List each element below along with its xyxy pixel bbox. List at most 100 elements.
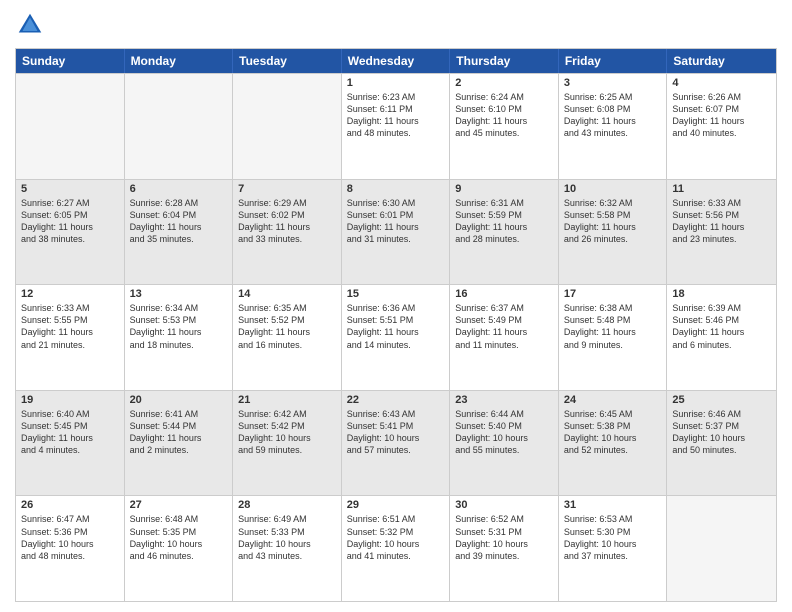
day-cell-5: 5 Sunrise: 6:27 AM Sunset: 6:05 PM Daylig… xyxy=(16,180,125,285)
day-number: 28 xyxy=(238,499,336,511)
day-cell-28: 28 Sunrise: 6:49 AM Sunset: 5:33 PM Dayli… xyxy=(233,496,342,601)
day-info: Sunrise: 6:52 AM Sunset: 5:31 PM Dayligh… xyxy=(455,513,553,562)
day-number: 5 xyxy=(21,183,119,195)
day-cell-22: 22Sunrise: 6:43 AM Sunset: 5:41 PM Dayli… xyxy=(342,391,451,496)
day-info: Sunrise: 6:47 AM Sunset: 5:36 PM Dayligh… xyxy=(21,513,119,562)
empty-cell-0-2 xyxy=(233,74,342,179)
header-day-tuesday: Tuesday xyxy=(233,49,342,73)
day-cell-3: 3 Sunrise: 6:25 AM Sunset: 6:08 PM Daylig… xyxy=(559,74,668,179)
page: SundayMondayTuesdayWednesdayThursdayFrid… xyxy=(0,0,792,612)
day-number: 2 xyxy=(455,77,553,89)
header xyxy=(15,10,777,40)
day-cell-2: 2 Sunrise: 6:24 AM Sunset: 6:10 PM Daylig… xyxy=(450,74,559,179)
day-number: 15 xyxy=(347,288,445,300)
day-cell-13: 13Sunrise: 6:34 AM Sunset: 5:53 PM Dayli… xyxy=(125,285,234,390)
empty-cell-0-1 xyxy=(125,74,234,179)
day-cell-7: 7 Sunrise: 6:29 AM Sunset: 6:02 PM Daylig… xyxy=(233,180,342,285)
day-info: Sunrise: 6:48 AM Sunset: 5:35 PM Dayligh… xyxy=(130,513,228,562)
day-info: Sunrise: 6:35 AM Sunset: 5:52 PM Dayligh… xyxy=(238,302,336,351)
header-day-sunday: Sunday xyxy=(16,49,125,73)
day-number: 31 xyxy=(564,499,662,511)
day-info: Sunrise: 6:44 AM Sunset: 5:40 PM Dayligh… xyxy=(455,408,553,457)
day-info: Sunrise: 6:29 AM Sunset: 6:02 PM Dayligh… xyxy=(238,197,336,246)
day-number: 3 xyxy=(564,77,662,89)
calendar: SundayMondayTuesdayWednesdayThursdayFrid… xyxy=(15,48,777,602)
day-number: 11 xyxy=(672,183,771,195)
day-cell-15: 15 Sunrise: 6:36 AM Sunset: 5:51 PM Dayli… xyxy=(342,285,451,390)
header-day-wednesday: Wednesday xyxy=(342,49,451,73)
day-number: 24 xyxy=(564,394,662,406)
day-number: 1 xyxy=(347,77,445,89)
day-info: Sunrise: 6:27 AM Sunset: 6:05 PM Dayligh… xyxy=(21,197,119,246)
logo xyxy=(15,10,49,40)
day-info: Sunrise: 6:49 AM Sunset: 5:33 PM Dayligh… xyxy=(238,513,336,562)
header-day-saturday: Saturday xyxy=(667,49,776,73)
calendar-body: 1 Sunrise: 6:23 AM Sunset: 6:11 PM Daylig… xyxy=(16,73,776,601)
day-cell-10: 10 Sunrise: 6:32 AM Sunset: 5:58 PM Dayli… xyxy=(559,180,668,285)
day-number: 25 xyxy=(672,394,771,406)
day-info: Sunrise: 6:23 AM Sunset: 6:11 PM Dayligh… xyxy=(347,91,445,140)
day-info: Sunrise: 6:39 AM Sunset: 5:46 PM Dayligh… xyxy=(672,302,771,351)
day-number: 22 xyxy=(347,394,445,406)
day-info: Sunrise: 6:25 AM Sunset: 6:08 PM Dayligh… xyxy=(564,91,662,140)
day-number: 12 xyxy=(21,288,119,300)
day-cell-31: 31 Sunrise: 6:53 AM Sunset: 5:30 PM Dayli… xyxy=(559,496,668,601)
calendar-row-4: 26 Sunrise: 6:47 AM Sunset: 5:36 PM Dayli… xyxy=(16,495,776,601)
day-number: 8 xyxy=(347,183,445,195)
day-cell-19: 19 Sunrise: 6:40 AM Sunset: 5:45 PM Dayli… xyxy=(16,391,125,496)
day-info: Sunrise: 6:41 AM Sunset: 5:44 PM Dayligh… xyxy=(130,408,228,457)
day-info: Sunrise: 6:53 AM Sunset: 5:30 PM Dayligh… xyxy=(564,513,662,562)
day-number: 16 xyxy=(455,288,553,300)
day-cell-6: 6Sunrise: 6:28 AM Sunset: 6:04 PM Daylig… xyxy=(125,180,234,285)
day-info: Sunrise: 6:45 AM Sunset: 5:38 PM Dayligh… xyxy=(564,408,662,457)
day-number: 10 xyxy=(564,183,662,195)
calendar-row-1: 5 Sunrise: 6:27 AM Sunset: 6:05 PM Daylig… xyxy=(16,179,776,285)
day-cell-25: 25 Sunrise: 6:46 AM Sunset: 5:37 PM Dayli… xyxy=(667,391,776,496)
day-cell-12: 12Sunrise: 6:33 AM Sunset: 5:55 PM Dayli… xyxy=(16,285,125,390)
day-info: Sunrise: 6:46 AM Sunset: 5:37 PM Dayligh… xyxy=(672,408,771,457)
day-number: 17 xyxy=(564,288,662,300)
day-number: 23 xyxy=(455,394,553,406)
day-number: 21 xyxy=(238,394,336,406)
empty-cell-4-6 xyxy=(667,496,776,601)
day-number: 6 xyxy=(130,183,228,195)
day-cell-24: 24 Sunrise: 6:45 AM Sunset: 5:38 PM Dayli… xyxy=(559,391,668,496)
day-number: 19 xyxy=(21,394,119,406)
day-cell-29: 29Sunrise: 6:51 AM Sunset: 5:32 PM Dayli… xyxy=(342,496,451,601)
day-number: 18 xyxy=(672,288,771,300)
day-number: 14 xyxy=(238,288,336,300)
day-number: 9 xyxy=(455,183,553,195)
day-info: Sunrise: 6:34 AM Sunset: 5:53 PM Dayligh… xyxy=(130,302,228,351)
day-number: 29 xyxy=(347,499,445,511)
day-number: 26 xyxy=(21,499,119,511)
day-cell-18: 18 Sunrise: 6:39 AM Sunset: 5:46 PM Dayli… xyxy=(667,285,776,390)
day-info: Sunrise: 6:32 AM Sunset: 5:58 PM Dayligh… xyxy=(564,197,662,246)
day-info: Sunrise: 6:42 AM Sunset: 5:42 PM Dayligh… xyxy=(238,408,336,457)
day-cell-1: 1 Sunrise: 6:23 AM Sunset: 6:11 PM Daylig… xyxy=(342,74,451,179)
header-day-monday: Monday xyxy=(125,49,234,73)
day-cell-4: 4 Sunrise: 6:26 AM Sunset: 6:07 PM Daylig… xyxy=(667,74,776,179)
day-cell-17: 17Sunrise: 6:38 AM Sunset: 5:48 PM Dayli… xyxy=(559,285,668,390)
day-cell-30: 30 Sunrise: 6:52 AM Sunset: 5:31 PM Dayli… xyxy=(450,496,559,601)
day-cell-14: 14 Sunrise: 6:35 AM Sunset: 5:52 PM Dayli… xyxy=(233,285,342,390)
day-number: 4 xyxy=(672,77,771,89)
day-info: Sunrise: 6:36 AM Sunset: 5:51 PM Dayligh… xyxy=(347,302,445,351)
calendar-row-0: 1 Sunrise: 6:23 AM Sunset: 6:11 PM Daylig… xyxy=(16,73,776,179)
day-cell-27: 27 Sunrise: 6:48 AM Sunset: 5:35 PM Dayli… xyxy=(125,496,234,601)
day-info: Sunrise: 6:40 AM Sunset: 5:45 PM Dayligh… xyxy=(21,408,119,457)
day-info: Sunrise: 6:33 AM Sunset: 5:56 PM Dayligh… xyxy=(672,197,771,246)
day-number: 7 xyxy=(238,183,336,195)
day-info: Sunrise: 6:37 AM Sunset: 5:49 PM Dayligh… xyxy=(455,302,553,351)
day-number: 27 xyxy=(130,499,228,511)
day-cell-8: 8 Sunrise: 6:30 AM Sunset: 6:01 PM Daylig… xyxy=(342,180,451,285)
day-number: 20 xyxy=(130,394,228,406)
calendar-row-3: 19 Sunrise: 6:40 AM Sunset: 5:45 PM Dayli… xyxy=(16,390,776,496)
header-day-friday: Friday xyxy=(559,49,668,73)
day-info: Sunrise: 6:26 AM Sunset: 6:07 PM Dayligh… xyxy=(672,91,771,140)
day-info: Sunrise: 6:24 AM Sunset: 6:10 PM Dayligh… xyxy=(455,91,553,140)
day-info: Sunrise: 6:30 AM Sunset: 6:01 PM Dayligh… xyxy=(347,197,445,246)
day-cell-16: 16 Sunrise: 6:37 AM Sunset: 5:49 PM Dayli… xyxy=(450,285,559,390)
day-cell-21: 21 Sunrise: 6:42 AM Sunset: 5:42 PM Dayli… xyxy=(233,391,342,496)
day-cell-26: 26 Sunrise: 6:47 AM Sunset: 5:36 PM Dayli… xyxy=(16,496,125,601)
day-number: 30 xyxy=(455,499,553,511)
